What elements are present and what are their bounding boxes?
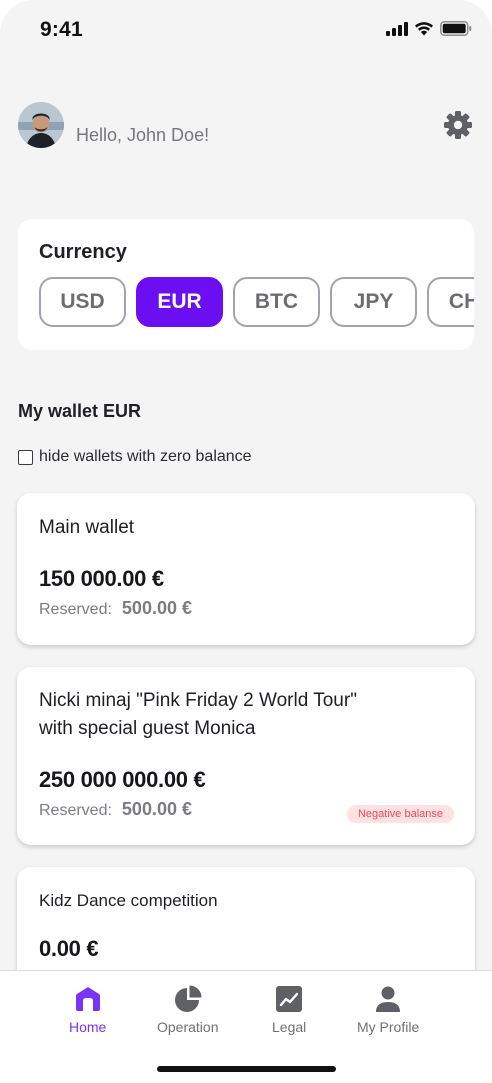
chart-line-icon	[276, 986, 303, 1012]
wifi-icon	[415, 22, 433, 36]
wallet-reserved: Reserved: 500.00 €	[39, 799, 192, 820]
tab-my-profile[interactable]: My Profile	[357, 985, 419, 1035]
wallet-amount: 250 000 000.00 €	[39, 767, 206, 792]
tab-legal[interactable]: Legal	[272, 985, 306, 1035]
wallet-amount: 150 000.00 €	[39, 566, 164, 591]
wallet-name-line1: Nicki minaj "Pink Friday 2 World Tour"	[39, 690, 357, 711]
home-indicator	[157, 1066, 336, 1072]
avatar-photo-icon	[18, 102, 64, 148]
app-screen: 9:41 Hello, John Doe! Currency USD EUR B…	[0, 0, 492, 1083]
negative-balance-badge: Negative balanse	[346, 805, 454, 823]
currency-chip-usd[interactable]: USD	[39, 277, 126, 327]
wallet-card-main[interactable]: Main wallet 150 000.00 € Reserved: 500.0…	[17, 493, 475, 645]
wallet-amount: 0.00 €	[39, 936, 99, 961]
tab-operation[interactable]: Operation	[157, 985, 218, 1035]
reserved-label: Reserved:	[39, 601, 112, 618]
avatar[interactable]	[18, 102, 64, 148]
currency-chip-btc[interactable]: BTC	[233, 277, 320, 327]
greeting-text: Hello, John Doe!	[76, 125, 210, 145]
wallet-name: Kidz Dance competition	[39, 891, 218, 910]
currency-card: Currency USD EUR BTC JPY CHF	[18, 219, 474, 350]
user-icon	[376, 986, 401, 1012]
reserved-label: Reserved:	[39, 802, 112, 819]
currency-chip-eur[interactable]: EUR	[136, 277, 223, 327]
tab-operation-label: Operation	[157, 1019, 219, 1035]
reserved-value: 500.00 €	[121, 598, 192, 618]
tab-legal-label: Legal	[272, 1019, 307, 1035]
wallet-reserved: Reserved: 500.00 €	[39, 598, 192, 619]
status-bar: 9:41	[0, 0, 492, 60]
home-icon	[75, 987, 100, 1011]
wallet-card-tour[interactable]: Nicki minaj "Pink Friday 2 World Tour" w…	[17, 667, 475, 845]
pie-chart-icon	[174, 985, 202, 1012]
currency-chips: USD EUR BTC JPY CHF	[39, 277, 474, 327]
bottom-tab-bar: Home Operation Legal My Profile	[0, 970, 492, 1083]
battery-icon	[440, 21, 472, 36]
currency-chip-chf[interactable]: CHF	[427, 277, 474, 327]
hide-zero-checkbox[interactable]	[18, 449, 33, 465]
tab-home-label: Home	[69, 1019, 107, 1035]
wallet-name: Main wallet	[39, 517, 135, 538]
reserved-value: 500.00 €	[121, 799, 192, 819]
wallet-name-line2: with special guest Monica	[39, 718, 256, 739]
hide-zero-row[interactable]: hide wallets with zero balance	[18, 448, 252, 466]
hide-zero-label[interactable]: hide wallets with zero balance	[39, 448, 252, 466]
status-icons	[386, 21, 472, 36]
status-time: 9:41	[40, 18, 83, 41]
cellular-signal-icon	[386, 21, 408, 36]
settings-gear-icon[interactable]	[443, 110, 473, 140]
tab-home[interactable]: Home	[69, 985, 106, 1035]
wallet-heading: My wallet EUR	[18, 401, 142, 421]
tab-my-profile-label: My Profile	[357, 1019, 420, 1035]
currency-chip-jpy[interactable]: JPY	[330, 277, 417, 327]
currency-title: Currency	[39, 241, 127, 263]
